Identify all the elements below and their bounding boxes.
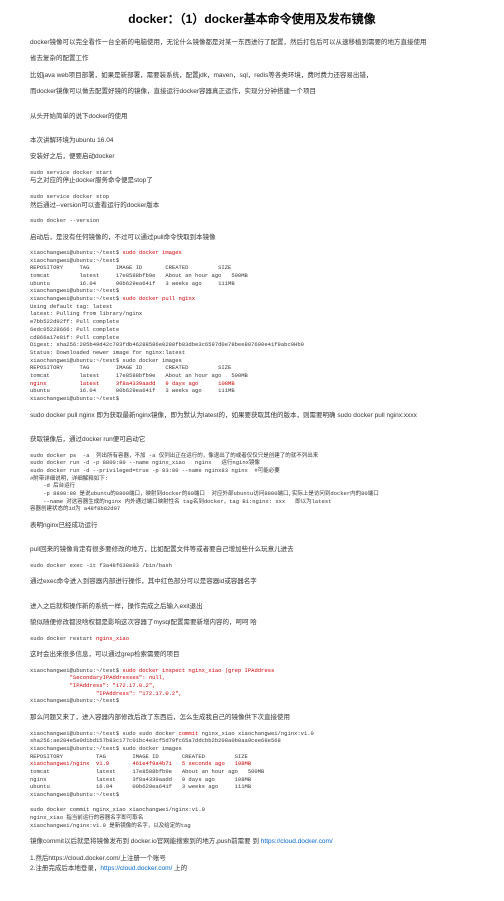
modify-note: pull回来的镜像肯定有很多要修改的地方，比如配置文件等或者要自己增加些什么玩意… (30, 545, 474, 555)
cmd-start: sudo service docker start (30, 169, 474, 177)
pull-explain: sudo docker pull nginx 即为获取最新nginx镜像，即为默… (30, 411, 474, 421)
cmd-text: latest: Pulling from library/nginx (30, 310, 142, 317)
pull-note: 启动后，是没有任何镜像的，不过可以通过pull命令快取到本镜像 (30, 233, 474, 243)
page-title: docker：（1）docker基本命令使用及发布镜像 (30, 10, 474, 28)
cmd-text: tomcat latest 17e8588bfb9e About an hour… (30, 272, 248, 279)
cmd-text: tomcat latest 17e8588bfb9e About an hour… (30, 768, 264, 775)
cmd-text: xiaochangwei@ubuntu:~/test$ (30, 257, 119, 264)
cmd-text: ubuntu 16.04 00b629ea641f 3 weeks ago 11… (30, 280, 235, 287)
cmd-text: #附带详细说明，详细解释如下: (30, 475, 108, 482)
register-note: 1.然后https://cloud.docker.com/上注册一个账号2.注册… (30, 854, 474, 875)
cmd-highlight: sudo docker images (122, 249, 181, 256)
cmd-text: sudo docker commit nginx_xiao xiaochangw… (30, 806, 205, 813)
cmd-text: sha256:ae284e5e0d1bd157b83c177c01bc4e3cf… (30, 737, 281, 744)
cmd-highlight: "IPAddress": "172.17.0.2", (30, 682, 155, 689)
stop-note: 与之对应的停止docker服务命令便是stop了 (30, 176, 474, 186)
intro-p4: 而docker镜像可以做去配置好镜的的镜像，直接运行docker容器真正运作，实… (30, 87, 474, 97)
cmd-highlight: xiaochangwei/nginx v1.0 (30, 760, 132, 767)
intro-p1: docker镜像可以完全看作一台全新的电脑使用，无论什么镜像都是对某一东西进行了… (30, 38, 474, 48)
cmd-text: e7bb522d92ff: Pull complete (30, 318, 119, 325)
version-note: 然后通过--version可以查看运行的docker版本 (30, 201, 474, 211)
cmd-highlight: 9 days ago 108MB (165, 380, 234, 387)
cmd-block-images: xiaochangwei@ubuntu:~/test$ sudo docker … (30, 249, 474, 403)
cmd-highlight: 3f8a4339aadd (116, 380, 166, 387)
cmd-highlight: 5 seconds ago 108MB (182, 760, 251, 767)
cmd-text: xiaochangwei@ubuntu:~/test$ (30, 249, 122, 256)
cmd-text: 容器创建状态的id为 a48f8b82d97 (30, 505, 120, 512)
cmd-text: xiaochangwei@ubuntu:~/test$ (30, 667, 122, 674)
cmd-highlight: latest (80, 380, 116, 387)
cmd-text: REPOSITORY TAG IMAGE ID CREATED SIZE (30, 753, 248, 760)
cmd-text: REPOSITORY TAG IMAGE ID CREATED SIZE (30, 364, 231, 371)
install-note: 安装好之后，便要启动docker (30, 152, 474, 162)
cmd-block-run: sudo docker ps -a 列出所有容器，不加 -a 仅列出正在运行的，… (30, 452, 474, 514)
cmd-text: nginx_xiao 指当前运行的容器名字即可取名 (30, 814, 143, 821)
cmd-text: 6edc05228666: Pull complete (30, 326, 119, 333)
cmd-block-commit: xiaochangwei@ubuntu:~/test$ sudo sudo do… (30, 730, 474, 830)
cmd-text: Status: Downloaded newer image for nginx… (30, 349, 185, 356)
cmd-exec: sudo docker exec -it f3a48f638e83 /bin/b… (30, 562, 474, 570)
cmd-text: xiaochangwei@ubuntu:~/test$ (30, 697, 119, 704)
grep-note: 这时会出来很多信息，可以通过grep检索需要的项目 (30, 650, 474, 660)
cmd-text: sudo docker ps -a 列出所有容器，不加 -a 仅列出正在运行的，… (30, 452, 318, 459)
cmd-highlight: 461e4f9a4b71 (132, 760, 182, 767)
cmd-version: sudo docker --version (30, 217, 474, 225)
cmd-text: --name 对这容器生成的nginx 内外通过端口映射性名 tag名到dock… (30, 498, 331, 505)
intro-p3: 比如java web项目部署，如果是新部署，需要装系统，配置jdk，maven，… (30, 71, 474, 81)
push-note: 镜像commit以后就是将镜像发布到 docker.io官网能搜索到的地方,pu… (30, 837, 474, 847)
cmd-text: ubuntu 16.04 00b629ea641f 3 weeks ago 11… (30, 783, 251, 790)
cmd-text: xiaochangwei/nginx:v1.0 是新镜像的名字，以及给定的tag (30, 822, 191, 829)
cmd-highlight: nginx (30, 380, 80, 387)
intro-p2: 省去复杂的配置工作 (30, 54, 474, 64)
cmd-highlight: "IPAddress": "172.17.0.2", (30, 690, 182, 697)
cmd-highlight: commit (179, 730, 199, 737)
cmd-restart: sudo docker restart nginx_xiao (30, 635, 474, 643)
link-cloud-docker-2[interactable]: https://cloud.docker.com/ (100, 865, 172, 872)
cmd-text: xiaochangwei@ubuntu:~/test$ (30, 791, 119, 798)
cmd-text: xiaochangwei@ubuntu:~/test$ (30, 287, 119, 294)
section-start: 从头开始简单的说下docker的使用 (30, 112, 474, 122)
cmd-text: xiaochangwei@ubuntu:~/test$ (30, 395, 119, 402)
run-note: 获取镜像后，通过docker run便可启动它 (30, 435, 474, 445)
link-cloud-docker[interactable]: https://cloud.docker.com/ (261, 838, 333, 845)
cmd-text: ubuntu 16.04 00b629ea641f 3 weeks ago 11… (30, 387, 235, 394)
cmd-highlight: sudo docker pull nginx (122, 295, 195, 302)
cmd-highlight: nginx_xiao (96, 635, 129, 642)
commit-note: 那么问题又来了，进入容器内部修改后改了东西后，怎么生成我自己的镜像供下次直接使用 (30, 713, 474, 723)
exit-note: 进入之后就和操作新的系统一样，操作完成之后输入exit退出 (30, 602, 474, 612)
cmd-block-inspect: xiaochangwei@ubuntu:~/test$ sudo docker … (30, 667, 474, 705)
cmd-text: sudo docker restart (30, 635, 96, 642)
cmd-text: xiaochangwei@ubuntu:~/test$ sudo sudo do… (30, 730, 179, 737)
cmd-text: cd866a17e81f: Pull complete (30, 334, 119, 341)
mysql-note: 貌似随便修改都没啥权都是影响这次容器了mysql配置需要新增内容的，呵呵 哈 (30, 618, 474, 628)
cmd-text: xiaochangwei@ubuntu:~/test$ (30, 295, 122, 302)
cmd-text: xiaochangwei@ubuntu:~/test$ sudo docker … (30, 357, 182, 364)
nginx-running: 表明nginx已经成功运行 (30, 521, 474, 531)
cmd-text: -p 8800:80 是说ubuntu的8800端口，映射到docker的80端… (30, 490, 379, 497)
cmd-highlight: "SecondaryIPAddresses": null, (30, 674, 165, 681)
cmd-text: REPOSITORY TAG IMAGE ID CREATED SIZE (30, 264, 231, 271)
cmd-text: sudo docker run -d --privileged=true -p … (30, 467, 280, 474)
cmd-text: xiaochangwei@ubuntu:~/test$ sudo docker … (30, 745, 182, 752)
cmd-text: nginx_xiao xiaochangwei/nginx:v1.0 (198, 730, 314, 737)
exec-explain: 通过exec命令进入到容器内部进行操作，其中红色部分可以是容器id或容器名字 (30, 577, 474, 587)
cmd-text: Using default tag: latest (30, 303, 113, 310)
cmd-text: -d 后台运行 (30, 482, 75, 489)
cmd-stop: sudo service docker stop (30, 193, 474, 201)
cmd-text: nginx latest 3f8a4339aadd 9 days ago 108… (30, 776, 251, 783)
cmd-text: Digest: sha256:285b49d42c703fdb46288586e… (30, 341, 304, 348)
cmd-highlight: sudo docker inspect nginx_xiao |grep IPA… (122, 667, 274, 674)
cmd-text: tomcat latest 17e8588bfb9e About an hour… (30, 372, 248, 379)
cmd-text: sudo docker run -d -p 8800:80 --name ngi… (30, 459, 260, 466)
env-note: 本次讲解环境为ubuntu 16.04 (30, 136, 474, 146)
